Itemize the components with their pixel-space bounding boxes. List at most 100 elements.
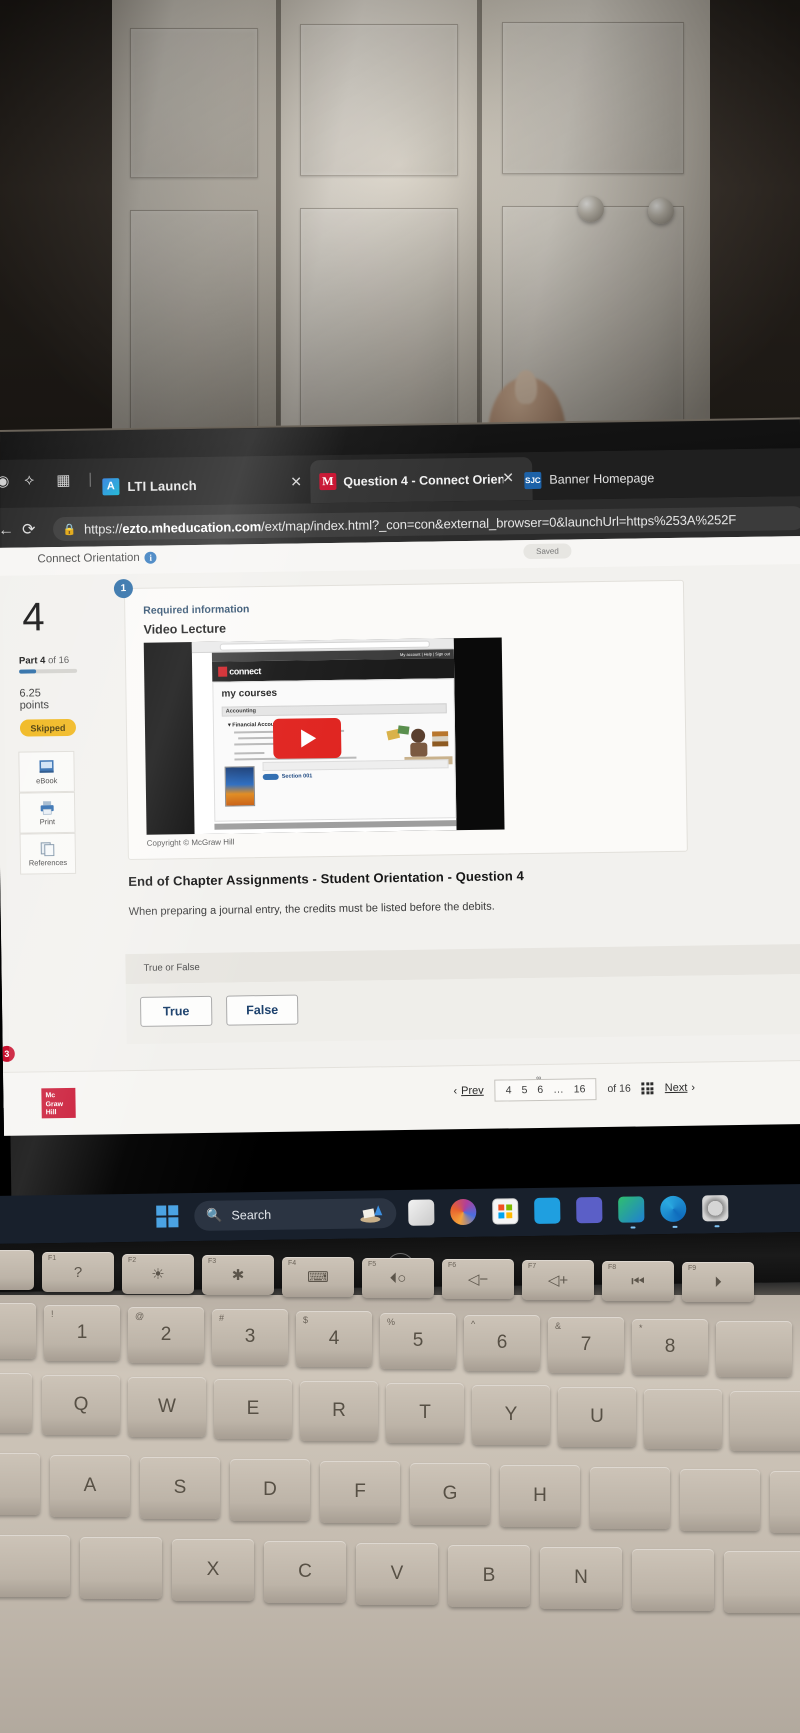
back-arrow-icon[interactable]: ← — [0, 522, 14, 540]
key-z[interactable] — [80, 1537, 162, 1599]
key-shift-left[interactable] — [0, 1535, 70, 1597]
grid-view-icon[interactable] — [641, 1082, 654, 1095]
key-x[interactable]: X — [172, 1539, 254, 1601]
key-e[interactable]: E — [214, 1379, 292, 1439]
key-l[interactable] — [770, 1471, 800, 1533]
ebook-button[interactable]: eBook — [18, 750, 75, 793]
key-b[interactable]: B — [448, 1545, 530, 1607]
print-button[interactable]: Print — [18, 791, 76, 834]
key-u[interactable]: U — [558, 1387, 636, 1447]
page-number-6-current[interactable]: ∞ 6 — [536, 1075, 543, 1096]
key-f[interactable]: F — [320, 1461, 400, 1523]
microsoft-store-icon[interactable] — [492, 1198, 519, 1225]
key-w-label: W — [158, 1396, 176, 1417]
page-number-16[interactable]: 16 — [574, 1083, 586, 1095]
tab-banner-homepage[interactable]: SJC Banner Homepage — [524, 458, 655, 500]
key-s[interactable]: S — [140, 1457, 220, 1519]
key-f9[interactable]: F9 ⏵ — [682, 1262, 754, 1302]
key-tab[interactable]: ⇤ ⇥ — [0, 1373, 32, 1433]
key-n[interactable]: N — [540, 1547, 622, 1609]
key-9[interactable] — [716, 1321, 792, 1377]
thumbnail-account-links: My account | Help | Sign out — [399, 650, 450, 657]
key-2[interactable]: @2 — [128, 1307, 204, 1363]
key-4[interactable]: $4 — [296, 1311, 372, 1367]
key-k[interactable] — [680, 1469, 760, 1531]
key-q[interactable]: Q — [42, 1375, 120, 1435]
key-t-label: T — [419, 1402, 431, 1423]
prime-video-icon[interactable] — [534, 1197, 561, 1224]
notification-badge[interactable]: 3 — [0, 1045, 15, 1062]
search-input[interactable]: 🔍 Search — [194, 1198, 397, 1232]
settings-gear-icon[interactable] — [702, 1195, 729, 1222]
key-f2[interactable]: F2 ☀ — [122, 1254, 194, 1294]
key-n-label: N — [574, 1567, 588, 1588]
copilot-sidebar-icon[interactable]: ⟡ — [24, 471, 34, 488]
thumbnail-accounting-bar: Accounting — [221, 703, 447, 717]
page-number-5[interactable]: 5 — [521, 1084, 527, 1096]
address-bar[interactable]: 🔒 https://ezto.mheducation.com/ext/map/i… — [52, 505, 800, 542]
task-view-icon[interactable] — [408, 1199, 435, 1226]
prev-button[interactable]: ‹ Prev — [453, 1085, 483, 1097]
key-8-label: 8 — [664, 1336, 676, 1357]
key-j[interactable] — [590, 1467, 670, 1529]
tab-question-4-connect-orientation[interactable]: M Question 4 - Connect Orientation — [310, 457, 533, 504]
key-w[interactable]: W — [128, 1377, 206, 1437]
play-button-icon[interactable] — [272, 717, 342, 759]
key-v[interactable]: V — [356, 1543, 438, 1605]
answer-false-button[interactable]: False — [225, 994, 299, 1026]
reload-icon[interactable]: ⟳ — [22, 519, 36, 539]
profile-avatar-icon[interactable]: ◉ — [0, 472, 10, 490]
required-information-label: Required information — [143, 603, 250, 617]
key-t[interactable]: T — [386, 1383, 464, 1443]
copy-pages-icon — [40, 841, 55, 856]
key-i[interactable] — [644, 1389, 722, 1449]
close-icon-tab-question-4[interactable]: ✕ — [502, 469, 514, 486]
key-5[interactable]: % 5 — [380, 1313, 456, 1369]
tab-banner-homepage-label: Banner Homepage — [549, 471, 655, 487]
key-f4[interactable]: F4 ⌨ — [282, 1257, 354, 1297]
key-3[interactable]: #3 — [212, 1309, 288, 1365]
key-f6[interactable]: F6 ◁− — [442, 1259, 514, 1299]
key-o[interactable] — [730, 1391, 800, 1451]
answer-true-button[interactable]: True — [139, 995, 213, 1027]
key-f7[interactable]: F7 ◁+ — [522, 1260, 594, 1300]
close-icon-tab-lti-launch[interactable]: ✕ — [290, 473, 302, 490]
microsoft-teams-icon[interactable] — [576, 1196, 603, 1224]
video-player[interactable]: My account | Help | Sign out connect my … — [143, 637, 505, 835]
key-8[interactable]: * 8 — [632, 1319, 708, 1375]
key-m[interactable] — [632, 1549, 714, 1611]
key-d[interactable]: D — [230, 1459, 310, 1521]
adobe-acrobat-icon[interactable] — [618, 1196, 645, 1223]
copilot-icon[interactable] — [450, 1198, 477, 1226]
page-number-box[interactable]: 4 5 ∞ 6 … 16 — [494, 1075, 597, 1102]
tab-lti-launch[interactable]: A LTI Launch — [102, 464, 298, 507]
key-comma[interactable] — [724, 1551, 800, 1613]
key-c[interactable]: C — [264, 1541, 346, 1603]
info-icon[interactable]: i — [144, 551, 157, 564]
key-esc[interactable]: esc — [0, 1250, 34, 1290]
key-y[interactable]: Y — [472, 1385, 550, 1445]
references-button[interactable]: References — [19, 832, 77, 875]
key-6[interactable]: ^ 6 — [464, 1315, 540, 1371]
key-5-sup: % — [387, 1317, 396, 1327]
status-badge-skipped: Skipped — [19, 718, 77, 737]
key-tilde[interactable] — [0, 1303, 36, 1359]
key-f8-fn: F8 — [608, 1264, 617, 1271]
key-f1[interactable]: F1? — [42, 1252, 114, 1292]
key-f3[interactable]: F3 ✱ — [202, 1255, 274, 1295]
key-f8[interactable]: F8 ⏮ — [602, 1261, 674, 1301]
key-7[interactable]: & 7 — [548, 1317, 624, 1373]
key-g[interactable]: G — [410, 1463, 490, 1525]
key-r[interactable]: R — [300, 1381, 378, 1441]
split-screen-icon[interactable]: ▦ — [56, 471, 70, 489]
key-a[interactable]: A — [50, 1455, 130, 1517]
key-f5[interactable]: F5 ⏴○ — [362, 1258, 434, 1298]
key-capslock[interactable] — [0, 1453, 40, 1515]
key-1[interactable]: ! 1 — [44, 1305, 120, 1361]
next-button[interactable]: Next › — [665, 1082, 695, 1094]
key-h[interactable]: H — [500, 1465, 580, 1527]
microsoft-edge-icon[interactable] — [660, 1195, 687, 1223]
page-number-4[interactable]: 4 — [506, 1084, 512, 1096]
windows-start-icon[interactable] — [156, 1205, 179, 1228]
breadcrumb[interactable]: Connect Orientation i — [37, 551, 157, 565]
